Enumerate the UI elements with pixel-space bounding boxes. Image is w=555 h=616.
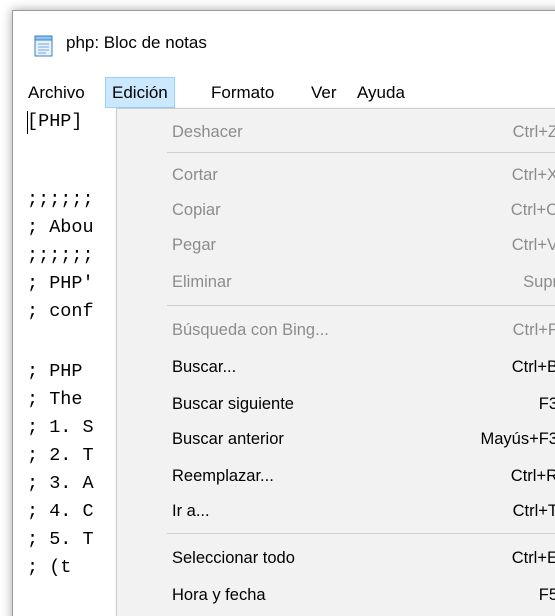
menu-item-label: Seleccionar todo bbox=[172, 549, 295, 567]
editor-line: ; Abou bbox=[27, 217, 94, 238]
menu-item-cortar[interactable]: Cortar Ctrl+X bbox=[117, 160, 555, 190]
menu-item-copiar[interactable]: Copiar Ctrl+C bbox=[117, 195, 555, 225]
menu-item-buscar-siguiente[interactable]: Buscar siguiente F3 bbox=[117, 389, 555, 419]
editor-line: ;;;;;; bbox=[27, 245, 94, 266]
editor-line: ; 3. A bbox=[27, 473, 94, 494]
window-title: php: Bloc de notas bbox=[66, 33, 207, 52]
edit-menu-dropdown: Deshacer Ctrl+Z Cortar Ctrl+X Copiar Ctr… bbox=[116, 108, 555, 616]
editor-line: ; 1. S bbox=[27, 417, 94, 438]
menu-item-label: Buscar siguiente bbox=[172, 395, 294, 413]
menu-item-busqueda-bing[interactable]: Búsqueda con Bing... Ctrl+F bbox=[117, 315, 555, 345]
menu-item-label: Reemplazar... bbox=[172, 467, 274, 485]
menu-item-shortcut: Mayús+F3 bbox=[480, 430, 555, 448]
menu-item-buscar[interactable]: Buscar... Ctrl+B bbox=[117, 352, 555, 382]
menu-item-eliminar[interactable]: Eliminar Supr bbox=[117, 267, 555, 297]
menu-item-shortcut: F5 bbox=[538, 586, 555, 604]
menu-item-deshacer[interactable]: Deshacer Ctrl+Z bbox=[117, 117, 555, 147]
editor-line: ; The bbox=[27, 389, 83, 410]
menu-item-label: Buscar... bbox=[172, 358, 237, 376]
editor-line: ; 4. C bbox=[27, 501, 94, 522]
menu-item-label: Ir a... bbox=[172, 502, 210, 520]
menu-item-label: Copiar bbox=[172, 201, 221, 219]
menu-item-label: Búsqueda con Bing... bbox=[172, 321, 329, 339]
editor-line: ; 5. T bbox=[27, 529, 94, 550]
menu-item-label: Deshacer bbox=[172, 123, 243, 141]
menu-separator bbox=[167, 305, 555, 306]
menu-item-shortcut: Ctrl+X bbox=[511, 166, 555, 184]
editor-line: ; conf bbox=[27, 301, 94, 322]
menu-item-label: Pegar bbox=[172, 236, 217, 254]
editor-line: ; 2. T bbox=[27, 445, 94, 466]
menu-item-shortcut: Ctrl+B bbox=[511, 358, 555, 376]
menu-separator bbox=[167, 152, 555, 153]
menu-item-shortcut: Ctrl+C bbox=[510, 201, 555, 219]
menu-ayuda[interactable]: Ayuda bbox=[351, 77, 411, 108]
menu-item-label: Eliminar bbox=[172, 273, 232, 291]
menu-item-shortcut: F3 bbox=[538, 395, 555, 413]
menu-item-hora-fecha[interactable]: Hora y fecha F5 bbox=[117, 580, 555, 610]
menu-archivo[interactable]: Archivo bbox=[22, 77, 91, 108]
menu-edicion[interactable]: Edición bbox=[105, 77, 175, 108]
menu-item-label: Cortar bbox=[172, 166, 218, 184]
menu-item-shortcut: Ctrl+E bbox=[511, 549, 555, 567]
menu-item-ir-a[interactable]: Ir a... Ctrl+T bbox=[117, 496, 555, 526]
menu-item-shortcut: Ctrl+Z bbox=[512, 123, 555, 141]
notepad-window: php: Bloc de notas Archivo Edición Forma… bbox=[12, 10, 555, 616]
editor-line: ;;;;;; bbox=[27, 189, 94, 210]
menu-item-shortcut: Ctrl+T bbox=[512, 502, 555, 520]
menu-item-pegar[interactable]: Pegar Ctrl+V bbox=[117, 230, 555, 260]
menu-item-shortcut: Ctrl+V bbox=[511, 236, 555, 254]
menu-formato[interactable]: Formato bbox=[205, 77, 280, 108]
editor-line: [PHP] bbox=[27, 111, 83, 132]
notepad-icon bbox=[33, 35, 55, 57]
menu-item-buscar-anterior[interactable]: Buscar anterior Mayús+F3 bbox=[117, 424, 555, 454]
menu-separator bbox=[167, 533, 555, 534]
menu-ver[interactable]: Ver bbox=[305, 77, 343, 108]
editor-line: ; (t bbox=[27, 557, 72, 578]
menu-item-shortcut: Ctrl+F bbox=[512, 321, 555, 339]
menu-item-label: Hora y fecha bbox=[172, 586, 266, 604]
menu-item-seleccionar-todo[interactable]: Seleccionar todo Ctrl+E bbox=[117, 543, 555, 573]
editor-line: ; PHP bbox=[27, 361, 83, 382]
menu-item-reemplazar[interactable]: Reemplazar... Ctrl+R bbox=[117, 461, 555, 491]
menu-bar: Archivo Edición Formato Ver Ayuda bbox=[13, 77, 555, 108]
menu-item-shortcut: Supr bbox=[523, 273, 555, 291]
title-bar[interactable]: php: Bloc de notas bbox=[13, 11, 555, 71]
editor-line: ; PHP' bbox=[27, 273, 94, 294]
menu-item-label: Buscar anterior bbox=[172, 430, 284, 448]
menu-item-shortcut: Ctrl+R bbox=[510, 467, 555, 485]
